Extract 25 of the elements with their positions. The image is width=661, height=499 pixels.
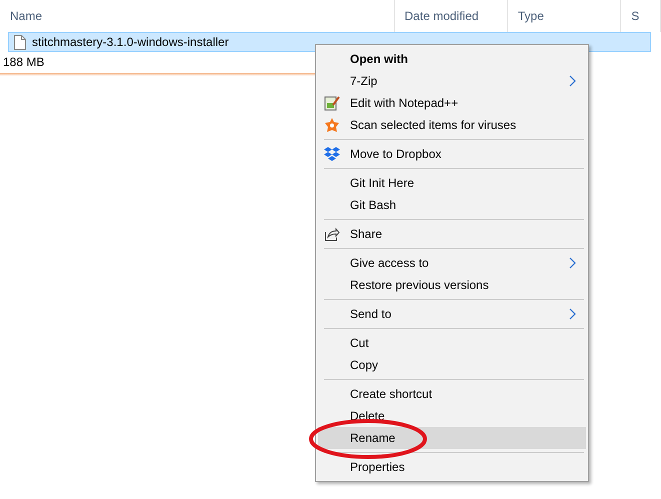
- file-size: 188 MB: [2, 54, 44, 69]
- menu-item[interactable]: Restore previous versions: [318, 274, 586, 296]
- menu-item[interactable]: Share: [318, 223, 586, 245]
- menu-item[interactable]: Scan selected items for viruses: [318, 114, 586, 136]
- chevron-icon: [569, 75, 576, 87]
- menu-item[interactable]: Give access to: [318, 252, 586, 274]
- file-icon: [14, 34, 26, 50]
- menu-item[interactable]: Copy: [318, 354, 586, 376]
- shield-icon: [324, 117, 340, 133]
- chevron-icon: [569, 308, 576, 320]
- menu-item[interactable]: Git Init Here: [318, 172, 586, 194]
- menu-item[interactable]: Git Bash: [318, 194, 586, 216]
- menu-item[interactable]: Rename: [318, 427, 586, 449]
- notepad-icon: [324, 95, 340, 111]
- menu-item[interactable]: 7-Zip: [318, 70, 586, 92]
- file-name: stitchmastery-3.1.0-windows-installer: [32, 35, 230, 49]
- menu-item[interactable]: Cut: [318, 332, 586, 354]
- chevron-icon: [569, 257, 576, 269]
- menu-item[interactable]: Create shortcut: [318, 383, 586, 405]
- menu-item[interactable]: Move to Dropbox: [318, 143, 586, 165]
- menu-item[interactable]: Send to: [318, 303, 586, 325]
- dropbox-icon: [324, 146, 340, 162]
- share-icon: [324, 226, 340, 242]
- menu-item[interactable]: Properties: [318, 456, 586, 478]
- menu-item[interactable]: Edit with Notepad++: [318, 92, 586, 114]
